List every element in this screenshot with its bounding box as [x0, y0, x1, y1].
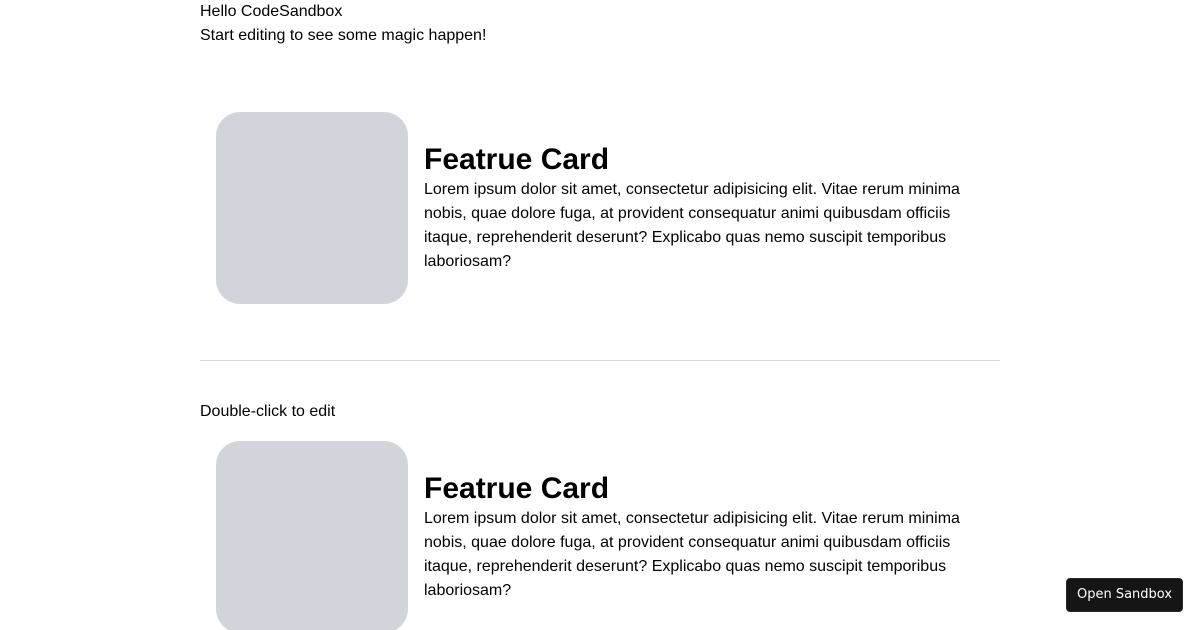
- card-body: Featrue Card Lorem ipsum dolor sit amet,…: [424, 441, 984, 630]
- card-title: Featrue Card: [424, 143, 610, 176]
- card-description: Lorem ipsum dolor sit amet, consectetur …: [424, 510, 960, 599]
- card-image-placeholder: [216, 112, 408, 304]
- feature-card-2[interactable]: Featrue Card Lorem ipsum dolor sit amet,…: [216, 441, 1000, 630]
- card-image-placeholder: [216, 441, 408, 630]
- page-container: Hello CodeSandbox Start editing to see s…: [200, 0, 1000, 630]
- card-body: Featrue Card Lorem ipsum dolor sit amet,…: [424, 112, 984, 304]
- open-sandbox-button[interactable]: Open Sandbox: [1066, 578, 1183, 612]
- card-title: Featrue Card: [424, 472, 610, 505]
- greeting-text: Hello CodeSandbox: [200, 3, 343, 20]
- feature-card-1: Featrue Card Lorem ipsum dolor sit amet,…: [216, 112, 1000, 304]
- card-description: Lorem ipsum dolor sit amet, consectetur …: [424, 181, 960, 270]
- edit-hint: Double-click to edit: [200, 403, 336, 420]
- section-divider: [200, 360, 1000, 361]
- subtitle-text: Start editing to see some magic happen!: [200, 27, 487, 44]
